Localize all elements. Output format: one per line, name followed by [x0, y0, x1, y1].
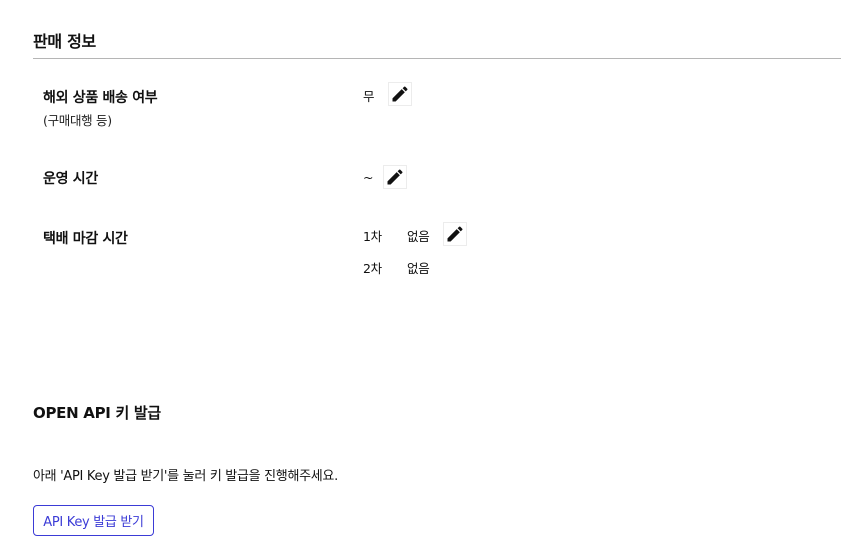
overseas-shipping-label: 해외 상품 배송 여부 [43, 90, 158, 106]
cutoff-1-order: 1차 [363, 229, 382, 244]
edit-courier-cutoff-button[interactable] [443, 222, 467, 246]
issue-api-key-button[interactable]: API Key 발급 받기 [33, 505, 154, 536]
pencil-icon [387, 169, 403, 185]
operating-hours-value: ~ [363, 170, 374, 185]
overseas-shipping-value: 무 [363, 89, 375, 104]
cutoff-2-order: 2차 [363, 261, 382, 276]
cutoff-1-value: 없음 [407, 229, 430, 244]
edit-operating-hours-button[interactable] [383, 165, 407, 189]
pencil-icon [447, 226, 463, 242]
sales-info-title: 판매 정보 [33, 32, 96, 51]
section-divider [33, 58, 841, 59]
open-api-notice: 아래 'API Key 발급 받기'를 눌러 키 발급을 진행해주세요. [33, 469, 338, 484]
open-api-title: OPEN API 키 발급 [33, 404, 161, 422]
overseas-shipping-sublabel: (구매대행 등) [43, 113, 112, 128]
courier-cutoff-label: 택배 마감 시간 [43, 231, 128, 247]
pencil-icon [392, 86, 408, 102]
operating-hours-label: 운영 시간 [43, 171, 98, 187]
edit-overseas-shipping-button[interactable] [388, 82, 412, 106]
cutoff-2-value: 없음 [407, 261, 430, 276]
